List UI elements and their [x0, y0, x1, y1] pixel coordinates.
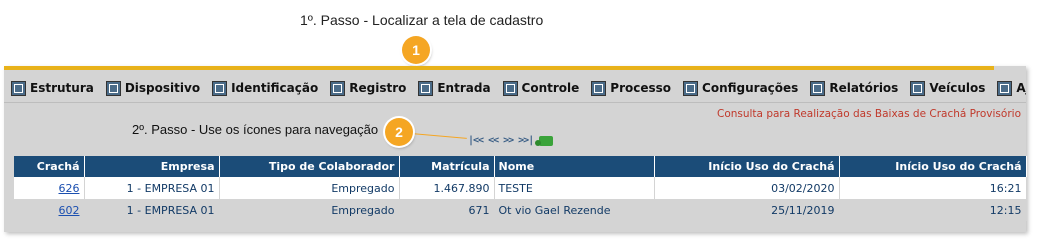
col-header-matricula[interactable]: Matrícula: [399, 156, 495, 177]
menu-label: Veículos: [929, 81, 986, 95]
menu-item-relatorios[interactable]: Relatórios: [810, 80, 899, 96]
col-header-nome[interactable]: Nome: [494, 156, 655, 177]
cracha-link[interactable]: 626: [59, 182, 80, 195]
menu-label: Registro: [349, 81, 407, 95]
record-navigation: |<< << >> >>|: [466, 135, 554, 146]
cell-tipo: Empregado: [219, 199, 400, 221]
new-record-icon[interactable]: [535, 135, 554, 146]
menu-label: Dispositivo: [124, 81, 201, 95]
cell-hora: 16:21: [839, 177, 1027, 199]
menu-label: Relatórios: [829, 81, 899, 95]
identificacao-icon: [212, 80, 228, 96]
dispositivo-icon: [105, 80, 121, 96]
menu-item-registro[interactable]: Registro: [330, 80, 407, 96]
nav-next-button[interactable]: >>: [501, 135, 515, 146]
menu-item-dispositivo[interactable]: Dispositivo: [105, 80, 201, 96]
callout-1-badge: 1: [402, 36, 430, 64]
step2-annotation: 2º. Passo - Use os ícones para navegação: [132, 122, 379, 137]
results-table: Crachá Empresa Tipo de Colaborador Matrí…: [14, 156, 1027, 221]
nav-last-button[interactable]: >>|: [516, 135, 535, 146]
main-menu-bar: Estrutura Dispositivo Identificação Regi…: [4, 74, 1026, 103]
controle-icon: [502, 80, 518, 96]
col-header-tipo-colaborador[interactable]: Tipo de Colaborador: [219, 156, 400, 177]
nav-first-button[interactable]: |<<: [466, 135, 485, 146]
cell-tipo: Empregado: [219, 177, 400, 199]
table-row: 602 1 - EMPRESA 01 Empregado 671 Ot vio …: [14, 199, 1027, 221]
menu-item-configuracoes[interactable]: Configurações: [683, 80, 799, 96]
table-row: 626 1 - EMPRESA 01 Empregado 1.467.890 T…: [14, 177, 1027, 199]
menu-item-veiculos[interactable]: Veículos: [910, 80, 986, 96]
menu-item-entrada[interactable]: Entrada: [418, 80, 491, 96]
cell-hora: 12:15: [839, 199, 1027, 221]
menu-item-ajuda[interactable]: Ajuda: [997, 80, 1026, 96]
menu-label: Estrutura: [30, 81, 94, 95]
cell-data: 25/11/2019: [654, 199, 840, 221]
menu-label: Ajuda: [1016, 81, 1026, 95]
menu-item-controle[interactable]: Controle: [502, 80, 580, 96]
menu-item-processo[interactable]: Processo: [591, 80, 672, 96]
ajuda-icon: [997, 80, 1013, 96]
col-header-empresa[interactable]: Empresa: [84, 156, 220, 177]
col-header-inicio-uso-data[interactable]: Início Uso do Crachá: [654, 156, 840, 177]
menu-label: Processo: [610, 81, 672, 95]
menu-label: Controle: [521, 81, 580, 95]
processo-icon: [591, 80, 607, 96]
cell-matricula: 671: [399, 199, 495, 221]
col-header-inicio-uso-hora[interactable]: Início Uso do Crachá: [839, 156, 1027, 177]
page-subtitle: Consulta para Realização das Baixas de C…: [716, 108, 1021, 120]
relatorios-icon: [810, 80, 826, 96]
cell-nome: TESTE: [494, 177, 655, 199]
configuracoes-icon: [683, 80, 699, 96]
cell-empresa: 1 - EMPRESA 01: [84, 177, 220, 199]
menu-item-identificacao[interactable]: Identificação: [212, 80, 319, 96]
cell-matricula: 1.467.890: [399, 177, 495, 199]
cell-nome: Ot vio Gael Rezende: [494, 199, 655, 221]
menu-item-estrutura[interactable]: Estrutura: [11, 80, 94, 96]
cracha-link[interactable]: 602: [59, 204, 80, 217]
table-header-row: Crachá Empresa Tipo de Colaborador Matrí…: [14, 156, 1027, 177]
menu-label: Entrada: [437, 81, 491, 95]
gold-top-bar: [4, 66, 994, 70]
entrada-icon: [418, 80, 434, 96]
col-header-cracha[interactable]: Crachá: [14, 156, 85, 177]
step1-annotation: 1º. Passo - Localizar a tela de cadastro: [300, 12, 544, 28]
registro-icon: [330, 80, 346, 96]
callout-2-badge: 2: [385, 118, 413, 146]
cell-data: 03/02/2020: [654, 177, 840, 199]
cell-empresa: 1 - EMPRESA 01: [84, 199, 220, 221]
veiculos-icon: [910, 80, 926, 96]
estrutura-icon: [11, 80, 26, 96]
menu-label: Configurações: [702, 81, 799, 95]
nav-prev-button[interactable]: <<: [486, 135, 500, 146]
menu-label: Identificação: [231, 81, 319, 95]
